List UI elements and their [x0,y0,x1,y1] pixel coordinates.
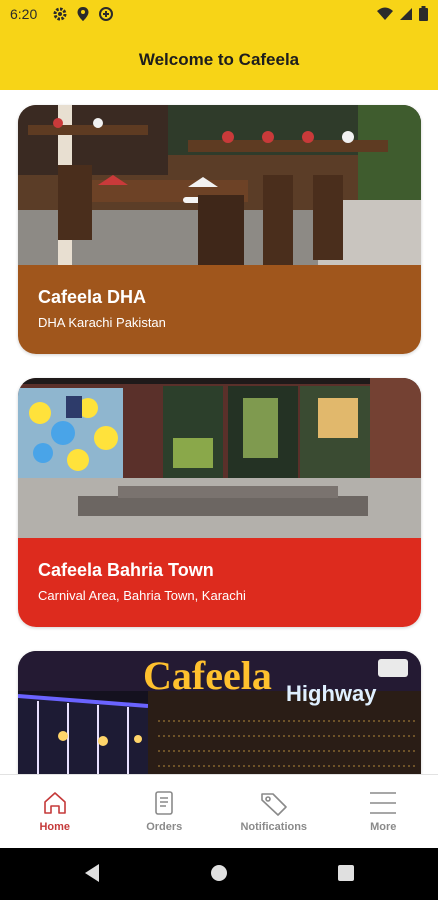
tag-icon [260,793,287,816]
nav-label: Notifications [240,821,308,833]
page-title: Welcome to Cafeela [138,50,300,69]
back-icon[interactable] [82,862,102,884]
nav-label: More [370,821,397,833]
bottom-navigation: Home Orders Notifications More [0,774,438,849]
app-header: Welcome to Cafeela [0,30,438,90]
branch-card-highway[interactable]: Cafeela Highway [18,651,421,774]
bahria-restaurant-photo [18,378,421,538]
gear-icon [53,7,67,21]
highway-restaurant-photo: Cafeela Highway [18,651,421,774]
branch-title: Cafeela Bahria Town [38,560,214,580]
status-bar: 6:20 [0,0,438,30]
battery-icon [419,6,428,21]
recents-icon[interactable] [336,862,356,884]
branch-card-bahria-town[interactable]: Cafeela Bahria Town Carnival Area, Bahri… [18,378,421,627]
branch-address: DHA Karachi Pakistan [38,315,166,330]
status-icons-right [377,6,428,21]
system-navigation-bar [0,848,438,900]
wifi-icon [377,7,393,20]
status-time: 6:20 [10,6,38,22]
status-icons-left [52,6,114,22]
home-button-icon[interactable] [209,862,229,884]
nav-label: Home [39,821,71,833]
card-footer [18,538,421,627]
nav-notifications[interactable]: Notifications [219,775,329,849]
branch-address: Carnival Area, Bahria Town, Karachi [38,588,246,603]
card-footer [18,265,421,354]
nav-orders[interactable]: Orders [110,775,220,849]
orders-icon [155,791,174,815]
sign-highway: Highway [286,681,377,706]
branch-card-dha[interactable]: Cafeela DHA DHA Karachi Pakistan [18,105,421,354]
sign-cafeela: Cafeela [143,653,272,698]
branch-list[interactable]: Cafeela DHA DHA Karachi Pakistan Cafeela… [0,90,438,774]
signal-icon [400,7,412,20]
nav-more[interactable]: More [329,775,438,849]
home-icon [43,792,66,814]
location-icon [77,7,89,21]
data-saver-icon [99,7,113,21]
nav-home[interactable]: Home [0,775,110,849]
menu-icon [370,792,397,814]
dha-restaurant-photo [18,105,421,265]
branch-title: Cafeela DHA [38,287,147,307]
nav-label: Orders [146,821,183,833]
